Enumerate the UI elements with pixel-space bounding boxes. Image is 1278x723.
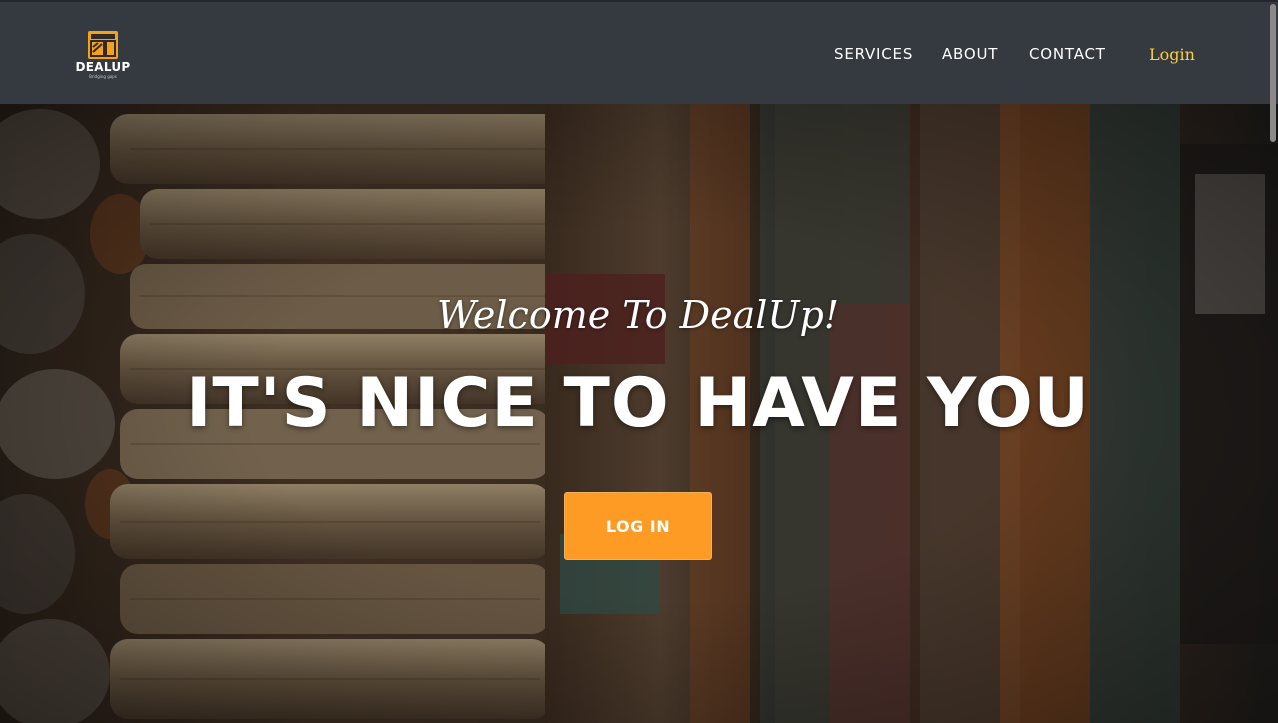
page-scrollbar[interactable]	[1270, 4, 1276, 142]
hero-content: Welcome To DealUp! IT'S NICE TO HAVE YOU…	[0, 104, 1278, 723]
brand-tagline: Bridging gaps	[89, 74, 117, 79]
hero-section: Welcome To DealUp! IT'S NICE TO HAVE YOU…	[0, 104, 1278, 723]
hero-login-button[interactable]: LOG IN	[564, 492, 712, 560]
hero-subheading: Welcome To DealUp!	[436, 293, 840, 337]
storefront-logo-icon	[88, 31, 118, 59]
nav-login-link[interactable]: Login	[1149, 45, 1195, 64]
brand-name: DEALUP	[75, 60, 131, 74]
nav-link-contact[interactable]: CONTACT	[1029, 45, 1106, 63]
hero-heading: IT'S NICE TO HAVE YOU	[186, 364, 1090, 443]
landing-page: DEALUP Bridging gaps SERVICES ABOUT CONT…	[0, 0, 1278, 723]
nav-link-services[interactable]: SERVICES	[834, 45, 913, 63]
nav-link-about[interactable]: ABOUT	[942, 45, 998, 63]
top-navbar: DEALUP Bridging gaps SERVICES ABOUT CONT…	[0, 0, 1278, 104]
brand-logo[interactable]: DEALUP Bridging gaps	[72, 30, 134, 80]
